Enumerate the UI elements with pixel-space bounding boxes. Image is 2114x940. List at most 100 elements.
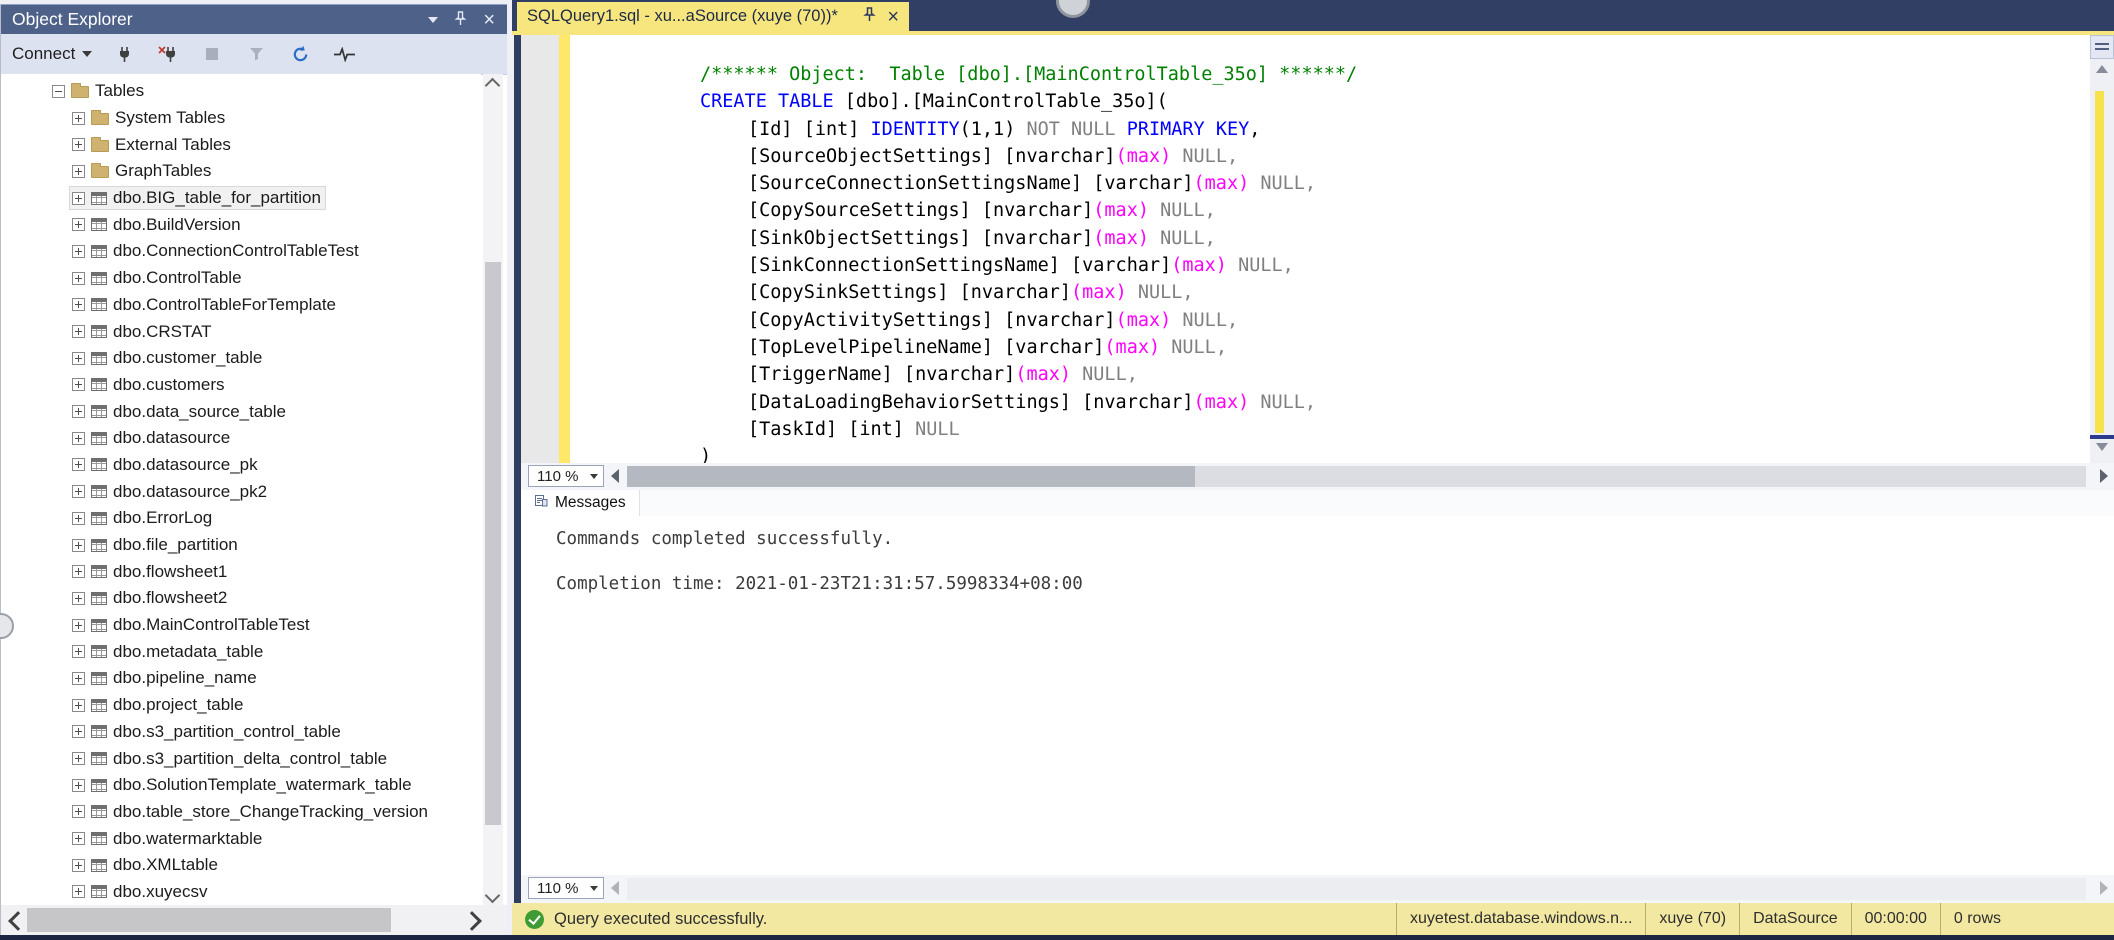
expander-icon[interactable] (72, 112, 85, 125)
tree-item[interactable]: dbo.file_partition (1, 532, 481, 559)
disconnect-plug-icon[interactable] (156, 42, 180, 66)
tree-item[interactable]: dbo.metadata_table (1, 638, 481, 665)
expander-icon[interactable] (72, 512, 85, 525)
expander-icon[interactable] (72, 378, 85, 391)
expander-icon[interactable] (72, 565, 85, 578)
expander-icon[interactable] (72, 592, 85, 605)
tree-item[interactable]: dbo.datasource (1, 425, 481, 452)
expander-icon[interactable] (72, 859, 85, 872)
expander-icon[interactable] (72, 458, 85, 471)
expander-icon[interactable] (72, 272, 85, 285)
expander-icon[interactable] (72, 699, 85, 712)
tree-item[interactable]: dbo.MainControlTableTest (1, 612, 481, 639)
tree-item[interactable]: dbo.ErrorLog (1, 505, 481, 532)
tree-item[interactable]: dbo.ControlTable (1, 265, 481, 292)
tree-item[interactable]: GraphTables (1, 158, 481, 185)
tree-item[interactable]: dbo.datasource_pk (1, 452, 481, 479)
scroll-down-icon[interactable] (2096, 443, 2108, 451)
tree-item[interactable]: dbo.watermarktable (1, 825, 481, 852)
tree-item[interactable]: dbo.SolutionTemplate_watermark_table (1, 772, 481, 799)
connect-button[interactable]: Connect (12, 44, 92, 64)
expander-icon[interactable] (72, 352, 85, 365)
split-editor-handle[interactable] (2090, 35, 2114, 59)
tree-item[interactable]: dbo.xuyecsv (1, 879, 481, 906)
tree-item[interactable]: dbo.s3_partition_delta_control_table (1, 745, 481, 772)
tree-item-label: dbo.datasource_pk (113, 455, 258, 475)
tree-item[interactable]: dbo.BuildVersion (1, 211, 481, 238)
scroll-down-icon[interactable] (485, 888, 501, 904)
close-icon[interactable]: × (887, 8, 899, 26)
messages-zoom-select[interactable]: 110 % (528, 877, 604, 899)
activity-monitor-icon[interactable] (332, 42, 356, 66)
window-position-chevron-down-icon[interactable] (428, 17, 438, 23)
expander-icon[interactable] (72, 752, 85, 765)
expander-icon[interactable] (72, 298, 85, 311)
expander-icon[interactable] (72, 539, 85, 552)
code-line: [SourceConnectionSettingsName] [varchar]… (700, 170, 2088, 197)
tree-item[interactable]: dbo.s3_partition_control_table (1, 719, 481, 746)
tree-item[interactable]: dbo.flowsheet2 (1, 585, 481, 612)
tree-item[interactable]: dbo.customer_table (1, 345, 481, 372)
expander-icon[interactable] (72, 805, 85, 818)
tree-item[interactable]: dbo.BIG_table_for_partition (1, 185, 481, 212)
expander-icon[interactable] (72, 725, 85, 738)
pin-icon[interactable] (454, 6, 467, 35)
scroll-left-icon[interactable] (611, 469, 619, 483)
expander-icon[interactable] (72, 672, 85, 685)
tree-item[interactable]: dbo.customers (1, 372, 481, 399)
scrollbar-thumb[interactable] (627, 466, 1195, 487)
scroll-left-icon[interactable] (611, 881, 619, 895)
scrollbar-thumb[interactable] (485, 262, 501, 825)
expander-icon[interactable] (72, 885, 85, 898)
pin-icon[interactable] (863, 7, 876, 27)
expander-icon[interactable] (72, 485, 85, 498)
tab-messages[interactable]: Messages (521, 490, 640, 516)
horizontal-scrollbar[interactable] (627, 466, 2086, 487)
expander-icon[interactable] (72, 405, 85, 418)
refresh-icon[interactable] (288, 42, 312, 66)
scroll-up-icon[interactable] (485, 78, 501, 94)
scroll-right-icon[interactable] (462, 911, 482, 931)
expander-icon[interactable] (72, 779, 85, 792)
scrollbar-thumb[interactable] (27, 908, 391, 932)
expander-icon[interactable] (72, 645, 85, 658)
tree-horizontal-scrollbar[interactable] (1, 905, 507, 935)
expander-icon[interactable] (72, 245, 85, 258)
connect-plug-icon[interactable] (112, 42, 136, 66)
tree-item[interactable]: dbo.project_table (1, 692, 481, 719)
sql-editor[interactable]: /****** Object: Table [dbo].[MainControl… (521, 35, 2114, 463)
tree-item[interactable]: dbo.table_store_ChangeTracking_version (1, 799, 481, 826)
expander-icon[interactable] (72, 192, 85, 205)
tree-item[interactable]: dbo.pipeline_name (1, 665, 481, 692)
tree-item[interactable]: dbo.CRSTAT (1, 318, 481, 345)
tree-item[interactable]: dbo.XMLtable (1, 852, 481, 879)
expander-icon[interactable] (72, 138, 85, 151)
tree-item[interactable]: dbo.flowsheet1 (1, 558, 481, 585)
expander-icon[interactable] (52, 85, 65, 98)
scroll-right-icon[interactable] (2100, 469, 2108, 483)
expander-icon[interactable] (72, 832, 85, 845)
tree-item[interactable]: dbo.ConnectionControlTableTest (1, 238, 481, 265)
editor-zoom-select[interactable]: 110 % (528, 465, 604, 487)
tree-item[interactable]: System Tables (1, 105, 481, 132)
expander-icon[interactable] (72, 619, 85, 632)
expander-icon[interactable] (72, 432, 85, 445)
horizontal-scrollbar[interactable] (627, 878, 2086, 900)
editor-bottom-bar: 110 % (521, 463, 2114, 490)
tree-item[interactable]: dbo.ControlTableForTemplate (1, 292, 481, 319)
tree-item[interactable]: External Tables (1, 131, 481, 158)
expander-icon[interactable] (72, 325, 85, 338)
expander-icon[interactable] (72, 165, 85, 178)
scroll-right-icon[interactable] (2100, 881, 2108, 895)
tree-item[interactable]: dbo.datasource_pk2 (1, 478, 481, 505)
expander-icon[interactable] (72, 218, 85, 231)
scroll-up-icon[interactable] (2096, 65, 2108, 73)
tree-item[interactable]: Tables (1, 78, 481, 105)
document-tab[interactable]: SQLQuery1.sql - xu...aSource (xuye (70))… (517, 2, 909, 31)
tree-item[interactable]: dbo.data_source_table (1, 398, 481, 425)
code-area[interactable]: /****** Object: Table [dbo].[MainControl… (570, 61, 2088, 463)
tree-vertical-scrollbar[interactable] (483, 74, 503, 909)
editor-vertical-scrollbar[interactable] (2090, 35, 2114, 463)
scroll-left-icon[interactable] (8, 911, 28, 931)
close-icon[interactable]: × (483, 10, 495, 30)
